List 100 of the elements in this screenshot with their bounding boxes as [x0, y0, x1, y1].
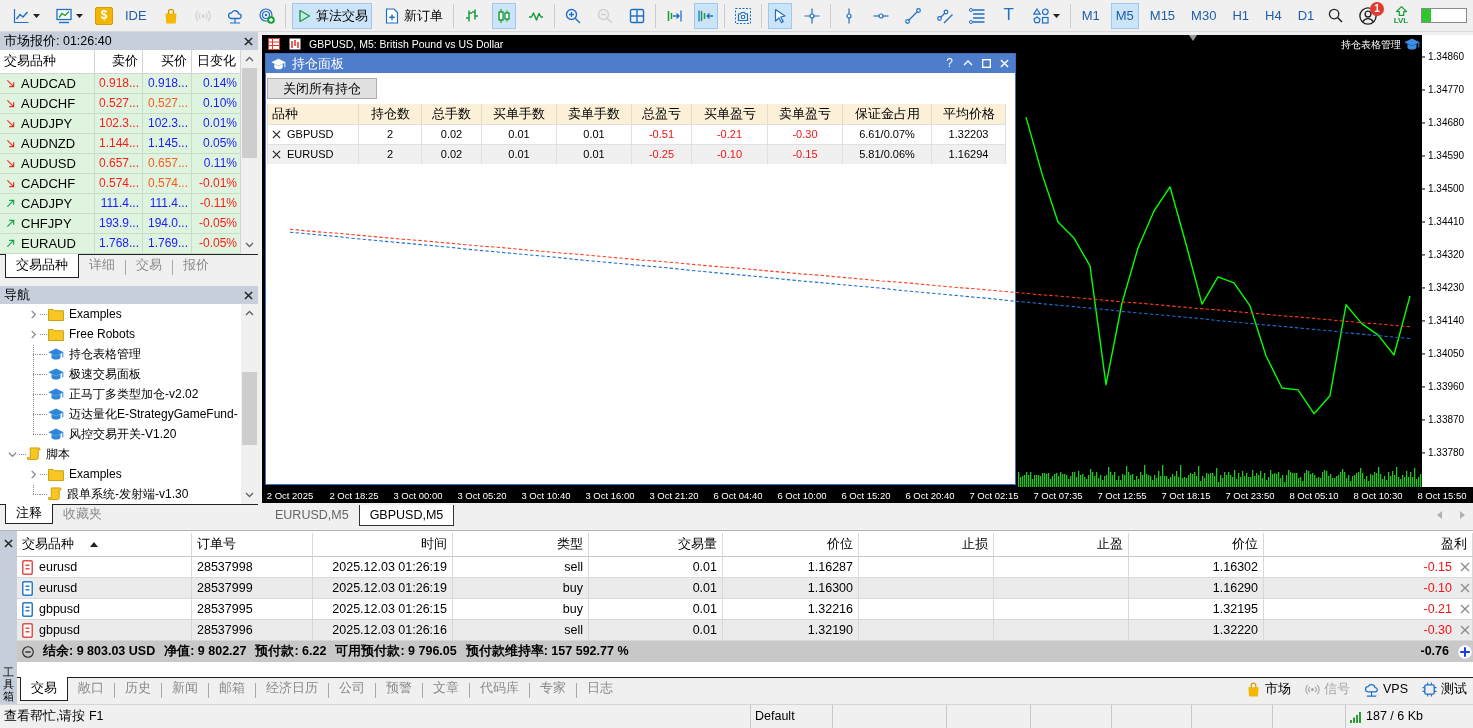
- timeframe-button[interactable]: M30: [1186, 2, 1222, 29]
- timeframe-button[interactable]: M5: [1110, 2, 1139, 29]
- quote-row[interactable]: CADJPY 111.4... 111.4... -0.11%: [0, 194, 241, 214]
- close-icon[interactable]: [272, 130, 281, 139]
- column-header[interactable]: 时间: [313, 533, 453, 557]
- panel-tab[interactable]: 注释: [5, 504, 53, 524]
- chevron-down-icon[interactable]: [7, 450, 17, 458]
- timeframe-button[interactable]: D1: [1292, 2, 1320, 29]
- vps-link[interactable]: VPS: [1364, 682, 1408, 697]
- tree-item-label[interactable]: Examples: [69, 466, 122, 482]
- column-header[interactable]: 止损: [859, 533, 994, 557]
- quote-row[interactable]: EURAUD 1.768... 1.769... -0.05%: [0, 234, 241, 254]
- maximize-icon[interactable]: [982, 59, 991, 68]
- column-header[interactable]: 止盈: [994, 533, 1129, 557]
- chevron-right-icon[interactable]: [29, 329, 37, 339]
- close-all-button[interactable]: 关闭所有持仓: [267, 78, 377, 99]
- table-cell: -0.15: [792, 147, 818, 162]
- scroll-thumb[interactable]: [242, 68, 257, 158]
- tree-item-label[interactable]: 极速交易面板: [69, 366, 141, 382]
- column-header[interactable]: 盈利: [1264, 533, 1473, 557]
- quote-row[interactable]: AUDUSD 0.657... 0.657... 0.11%: [0, 154, 241, 174]
- time-axis-label: 3 Oct 10:40: [521, 490, 571, 501]
- candlestick-button[interactable]: [491, 2, 516, 29]
- symbol-name: gbpusd: [39, 622, 80, 638]
- time-axis-label: 6 Oct 15:20: [841, 490, 891, 501]
- new-order-button[interactable]: 新订单: [379, 2, 447, 29]
- ask-price: 194.0...: [147, 216, 188, 231]
- column-header[interactable]: 交易品种: [0, 50, 95, 74]
- scroll-down-icon[interactable]: [245, 242, 254, 248]
- column-header[interactable]: 卖价: [95, 50, 143, 74]
- timeframe-button[interactable]: M15: [1144, 2, 1181, 29]
- help-button[interactable]: ?: [945, 56, 954, 71]
- quote-row[interactable]: AUDJPY 102.3... 102.3... 0.01%: [0, 114, 241, 134]
- column-header[interactable]: 订单号: [192, 533, 313, 557]
- tester-link[interactable]: 测试: [1422, 682, 1467, 697]
- panel-tab[interactable]: 交易品种: [5, 254, 79, 278]
- timeframe-button[interactable]: M1: [1076, 2, 1105, 29]
- close-icon[interactable]: [272, 150, 281, 159]
- tree-item-label[interactable]: Examples: [69, 306, 122, 322]
- close-icon[interactable]: [4, 539, 13, 548]
- column-header[interactable]: 类型: [453, 533, 589, 557]
- scroll-thumb[interactable]: [242, 372, 257, 445]
- daily-change: 0.11%: [203, 156, 237, 171]
- table-cell: 1.32190: [807, 622, 853, 638]
- text-tool-button[interactable]: T: [996, 2, 1021, 29]
- column-header[interactable]: 交易品种: [17, 533, 192, 557]
- column-header[interactable]: 价位: [723, 533, 859, 557]
- quote-row[interactable]: AUDCAD 0.918... 0.918... 0.14%: [0, 74, 241, 94]
- scroll-up-icon[interactable]: [245, 56, 254, 62]
- tree-item-label[interactable]: 风控交易开关-V1.20: [69, 426, 177, 442]
- table-cell: 28537998: [197, 559, 253, 575]
- collapse-circle-icon[interactable]: [22, 645, 34, 658]
- quote-row[interactable]: CHFJPY 193.9... 194.0... -0.05%: [0, 214, 241, 234]
- graduation-cap-icon: [48, 388, 64, 400]
- market-link[interactable]: 市场: [1246, 682, 1291, 697]
- price-axis-label: 1.34050: [1428, 348, 1465, 360]
- parallel-lines-icon: [936, 7, 953, 24]
- close-icon[interactable]: [244, 36, 253, 46]
- table-icon: [268, 38, 280, 50]
- scroll-down-icon[interactable]: [245, 492, 254, 498]
- account-summary-item: 预付款维持率: 157 592.77 %: [465, 644, 629, 659]
- tree-item-label[interactable]: Free Robots: [69, 326, 136, 342]
- tree-item-label[interactable]: 脚本: [46, 446, 70, 462]
- price-axis-label: 1.34860: [1428, 51, 1465, 63]
- column-header[interactable]: 交易量: [589, 533, 723, 557]
- ask-price: 0.574...: [147, 176, 188, 191]
- chart-tab[interactable]: GBPUSD,M5: [358, 505, 455, 526]
- tree-item-label[interactable]: 持仓表格管理: [69, 346, 141, 362]
- ide-button[interactable]: IDE: [121, 2, 151, 29]
- chart-tab[interactable]: EURUSD,M5: [265, 505, 359, 526]
- table-cell: 0.01: [692, 580, 717, 596]
- folder-icon: [48, 467, 64, 481]
- autoscroll-button[interactable]: [693, 2, 718, 29]
- timeframe-button[interactable]: H4: [1260, 2, 1287, 29]
- table-cell: 0.01: [583, 147, 605, 162]
- scroll-up-icon[interactable]: [245, 310, 254, 316]
- quote-row[interactable]: AUDNZD 1.144... 1.145... 0.05%: [0, 134, 241, 154]
- close-icon[interactable]: [244, 290, 253, 300]
- toolbox-tab[interactable]: 交易: [20, 677, 68, 701]
- quote-row[interactable]: AUDCHF 0.527... 0.527... 0.10%: [0, 94, 241, 114]
- add-circle-icon[interactable]: [1458, 644, 1472, 659]
- cursor-button[interactable]: [767, 2, 792, 29]
- account-button[interactable]: 1: [1355, 2, 1381, 29]
- trade-row[interactable]: gbpusd 28537996 2025.12.03 01:26:16 sell 0.01 1.32190 1.32220 -0.30: [17, 620, 1473, 641]
- column-header[interactable]: 日变化: [192, 50, 241, 74]
- tree-item-label[interactable]: 迈达量化E-StrategyGameFund-: [69, 406, 238, 422]
- column-header[interactable]: 价位: [1129, 533, 1264, 557]
- column-header[interactable]: 买价: [143, 50, 192, 74]
- column-header: 买单手数: [482, 104, 557, 124]
- tree-item-label[interactable]: 跟单系统-发射端-v1.30: [67, 486, 189, 502]
- chevron-right-icon[interactable]: [29, 309, 37, 319]
- trade-row[interactable]: eurusd 28537999 2025.12.03 01:26:19 buy 0.01 1.16300 1.16290 -0.10: [17, 578, 1473, 599]
- table-cell: 0.01: [692, 601, 717, 617]
- algo-trading-button[interactable]: 算法交易: [291, 2, 372, 29]
- quote-row[interactable]: CADCHF 0.574... 0.574... -0.01%: [0, 174, 241, 194]
- chevron-right-icon[interactable]: [29, 469, 37, 479]
- tree-item-label[interactable]: 正马丁多类型加仓-v2.02: [69, 386, 199, 402]
- daily-change: 0.05%: [202, 136, 237, 151]
- timeframe-button[interactable]: H1: [1227, 2, 1254, 29]
- collapse-icon[interactable]: [963, 60, 973, 67]
